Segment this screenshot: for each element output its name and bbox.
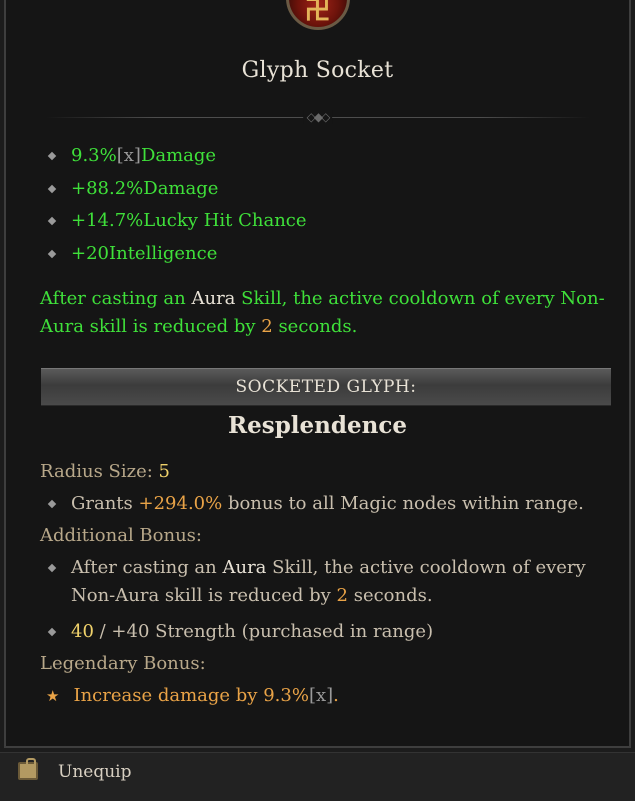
stat-value: +20 bbox=[71, 242, 109, 264]
additional-bonus-line: After casting an Aura Skill, the active … bbox=[46, 554, 606, 610]
grants-part: Grants bbox=[71, 493, 139, 514]
star-icon: ★ bbox=[46, 687, 60, 705]
legendary-value: 9.3% bbox=[263, 685, 309, 706]
diamond-bullet-icon bbox=[47, 627, 57, 637]
additional-bonus-label: Additional Bonus: bbox=[40, 525, 202, 546]
glyph-socket-tooltip: 卍 Glyph Socket ◇◆◇ 9.3% [x] Damage +88.2… bbox=[4, 0, 631, 748]
stat-label: Damage bbox=[143, 177, 219, 199]
additional-part: seconds. bbox=[347, 585, 433, 606]
stat-item: +20 Intelligence bbox=[46, 238, 307, 271]
glyph-name: Resplendence bbox=[228, 412, 407, 439]
diamond-bullet-icon bbox=[47, 249, 57, 258]
legendary-bonus-label: Legendary Bonus: bbox=[40, 653, 206, 674]
legendary-part: . bbox=[333, 685, 339, 706]
cooldown-value: 2 bbox=[261, 316, 273, 337]
diamond-bullet-icon bbox=[47, 499, 57, 509]
legendary-bonus-line: ★ Increase damage by 9.3%[x]. bbox=[46, 682, 339, 710]
stat-label: Lucky Hit Chance bbox=[143, 210, 307, 232]
strength-part: / +40 Strength (purchased in range) bbox=[93, 621, 434, 642]
legendary-part: Increase damage by bbox=[73, 685, 264, 706]
glyph-emblem-icon: 卍 bbox=[285, 0, 350, 30]
aura-keyword: Aura bbox=[191, 288, 236, 309]
unequip-icon[interactable] bbox=[18, 758, 38, 780]
stat-value: +88.2% bbox=[71, 177, 144, 199]
stat-value: +14.7% bbox=[71, 210, 144, 232]
strength-text: 40 / +40 Strength (purchased in range) bbox=[71, 618, 433, 646]
stat-item: +88.2% Damage bbox=[46, 173, 307, 206]
aura-effect-text: After casting an Aura Skill, the active … bbox=[40, 285, 620, 341]
diamond-bullet-icon bbox=[47, 152, 57, 161]
strength-current: 40 bbox=[71, 621, 94, 642]
radius-value: 5 bbox=[158, 461, 170, 482]
stat-bracket: [x] bbox=[116, 145, 141, 167]
diamond-bullet-icon bbox=[47, 563, 57, 573]
radius-size: Radius Size: 5 bbox=[40, 458, 170, 486]
stat-label: Intelligence bbox=[109, 242, 218, 264]
grants-line: Grants +294.0% bonus to all Magic nodes … bbox=[46, 490, 606, 518]
aura-effect-part: After casting an bbox=[40, 288, 192, 309]
page-title: Glyph Socket bbox=[241, 58, 394, 83]
grants-value: +294.0% bbox=[138, 493, 223, 514]
stat-item: 9.3% [x] Damage bbox=[46, 140, 307, 173]
stat-list: 9.3% [x] Damage +88.2% Damage +14.7% Luc… bbox=[46, 140, 307, 270]
additional-text: After casting an Aura Skill, the active … bbox=[71, 554, 606, 610]
stat-value: 9.3% bbox=[71, 145, 117, 167]
socketed-glyph-header: SOCKETED GLYPH: bbox=[41, 368, 611, 406]
cooldown-value: 2 bbox=[336, 585, 348, 606]
legendary-bracket: [x] bbox=[308, 685, 334, 706]
grants-part: bonus to all Magic nodes within range. bbox=[222, 493, 584, 514]
stat-item: +14.7% Lucky Hit Chance bbox=[46, 205, 307, 238]
stat-label: Damage bbox=[140, 145, 217, 167]
grants-text: Grants +294.0% bonus to all Magic nodes … bbox=[71, 490, 584, 518]
unequip-button[interactable]: Unequip bbox=[58, 762, 132, 782]
aura-keyword: Aura bbox=[222, 557, 267, 578]
radius-label: Radius Size: bbox=[40, 461, 159, 482]
aura-effect-part: seconds. bbox=[272, 316, 358, 337]
additional-part: After casting an bbox=[71, 557, 223, 578]
diamond-bullet-icon bbox=[47, 217, 57, 226]
divider-ornament-icon: ◇◆◇ bbox=[302, 110, 333, 124]
diamond-bullet-icon bbox=[47, 184, 57, 193]
strength-line: 40 / +40 Strength (purchased in range) bbox=[46, 618, 433, 646]
